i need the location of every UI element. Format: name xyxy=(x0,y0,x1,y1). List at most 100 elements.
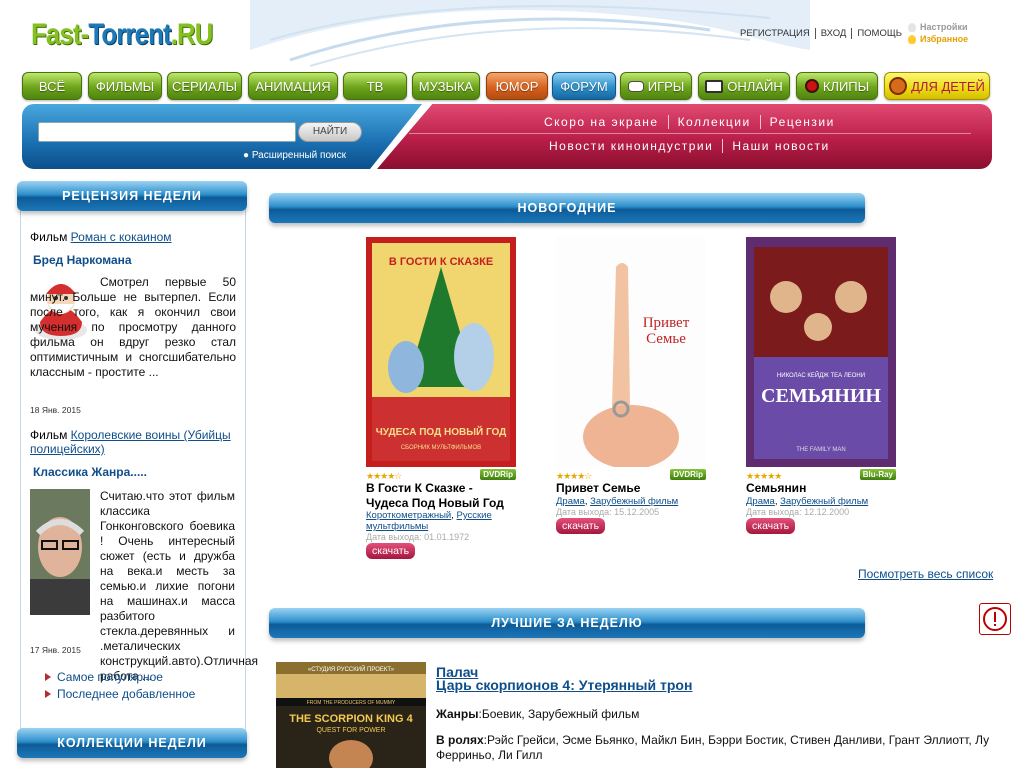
movie-poster[interactable]: НИКОЛАС КЕЙДЖ ТЕА ЛЕОНИ СЕМЬЯНИН THE FAM… xyxy=(746,237,896,467)
release-date: Дата выхода: 15.12.2005 xyxy=(556,507,660,517)
review-1-author[interactable]: Бред Наркомана xyxy=(33,253,132,267)
download-button[interactable]: скачать xyxy=(746,518,796,534)
account-links: РЕГИСТРАЦИЯ ВХОД ПОМОЩЬ xyxy=(740,28,907,39)
logo-part-torrent: Torrent xyxy=(88,18,171,51)
movie-card: В ГОСТИ К СКАЗКЕ ЧУДЕСА ПОД НОВЫЙ ГОД СБ… xyxy=(366,237,516,567)
genre-link[interactable]: Драма xyxy=(746,496,775,507)
svg-text:СЕМЬЯНИН: СЕМЬЯНИН xyxy=(761,385,881,407)
review-2-author[interactable]: Классика Жанра..... xyxy=(33,465,147,479)
best-movie-cast: В ролях:Рэйс Грейси, Эсме Бьянко, Майкл … xyxy=(436,733,990,762)
svg-text:СБОРНИК МУЛЬТФИЛЬМОВ: СБОРНИК МУЛЬТФИЛЬМОВ xyxy=(401,445,481,451)
genre-link[interactable]: Драма xyxy=(556,496,585,507)
review-2-date: 17 Янв. 2015 xyxy=(30,645,81,655)
sublinks-row-2: Новости киноиндустрии Наши новости xyxy=(549,139,839,153)
movie-card: Привет Семье ★★★★☆ DVDRip Привет Семье Д… xyxy=(556,237,706,547)
tv-icon xyxy=(705,79,724,93)
svg-text:Привет: Привет xyxy=(643,315,690,331)
download-button[interactable]: скачать xyxy=(366,543,416,559)
view-all-link[interactable]: Посмотреть весь список xyxy=(858,567,993,581)
review-2-avatar xyxy=(30,489,90,615)
movie-title[interactable]: Семьянин xyxy=(746,481,896,496)
review-1-film: Фильм Роман с кокаином xyxy=(30,230,172,244)
nav-games[interactable]: ИГРЫ xyxy=(620,72,692,100)
nav-kids[interactable]: ДЛЯ ДЕТЕЙ xyxy=(884,72,990,100)
report-button[interactable] xyxy=(979,603,1011,635)
nav-series[interactable]: СЕРИАЛЫ xyxy=(167,72,242,100)
nav-online[interactable]: ОНЛАЙН xyxy=(698,72,790,100)
svg-text:THE FAMILY MAN: THE FAMILY MAN xyxy=(796,447,845,453)
main-nav: ВСЁ ФИЛЬМЫ СЕРИАЛЫ АНИМАЦИЯ ТВ МУЗЫКА ЮМ… xyxy=(22,72,992,100)
quality-badge: DVDRip xyxy=(670,469,706,480)
quality-badge: Blu-Ray xyxy=(859,469,896,480)
svg-text:ЧУДЕСА ПОД НОВЫЙ ГОД: ЧУДЕСА ПОД НОВЫЙ ГОД xyxy=(376,425,507,438)
help-link[interactable]: ПОМОЩЬ xyxy=(851,28,907,39)
movie-title[interactable]: В Гости К Сказке - Чудеса Под Новый Год xyxy=(366,481,516,511)
best-movie-title[interactable]: Царь скорпионов 4: Утерянный трон xyxy=(436,677,692,693)
sublink-our-news[interactable]: Наши новости xyxy=(722,139,839,153)
arrow-right-icon xyxy=(45,690,51,698)
nav-forum[interactable]: ФОРУМ xyxy=(552,72,616,100)
clip-icon xyxy=(804,79,819,93)
review-2-text: Считаю.что этот фильм классика Гонконгов… xyxy=(100,489,259,683)
nav-movies[interactable]: ФИЛЬМЫ xyxy=(88,72,162,100)
latest-added-link[interactable]: Последнее добавленное xyxy=(45,687,195,701)
svg-text:FROM THE PRODUCERS OF MUMMY: FROM THE PRODUCERS OF MUMMY xyxy=(307,700,396,706)
svg-text:«СТУДИЯ РУССКИЙ ПРОЕКТ»: «СТУДИЯ РУССКИЙ ПРОЕКТ» xyxy=(308,665,395,673)
movie-genres: Драма, Зарубежный фильм xyxy=(746,496,869,507)
movie-genres: Драма, Зарубежный фильм xyxy=(556,496,679,507)
kid-icon xyxy=(889,77,908,95)
best-of-week-section-header: ЛУЧШИЕ ЗА НЕДЕЛЮ xyxy=(269,608,865,638)
quality-badge: DVDRip xyxy=(480,469,516,480)
site-logo[interactable]: Fast-Torrent.RU xyxy=(31,18,213,52)
svg-text:В ГОСТИ К СКАЗКЕ: В ГОСТИ К СКАЗКЕ xyxy=(389,256,493,268)
advanced-search-link[interactable]: ● Расширенный поиск xyxy=(243,150,346,161)
new-year-section-header: НОВОГОДНИЕ xyxy=(269,193,865,223)
sublinks-panel-background xyxy=(377,104,992,169)
release-date: Дата выхода: 12.12.2000 xyxy=(746,507,850,517)
favorites-link[interactable]: Избранное xyxy=(908,33,968,45)
download-button[interactable]: скачать xyxy=(556,518,606,534)
search-button[interactable]: НАЙТИ xyxy=(298,122,362,142)
review-of-week-header: РЕЦЕНЗИЯ НЕДЕЛИ xyxy=(17,181,247,211)
release-date: Дата выхода: 01.01.1972 xyxy=(366,532,470,542)
best-movie-genres: Жанры:Боевик, Зарубежный фильм xyxy=(436,707,640,721)
genre-link[interactable]: Зарубежный фильм xyxy=(590,496,678,507)
search-input[interactable] xyxy=(38,122,296,142)
genre-link[interactable]: Короткометражный xyxy=(366,510,451,521)
nav-clips[interactable]: КЛИПЫ xyxy=(796,72,878,100)
logo-part-fast: Fast- xyxy=(31,18,89,51)
logo-part-ru: .RU xyxy=(170,18,214,51)
movie-title[interactable]: Привет Семье xyxy=(556,481,706,496)
movie-card: НИКОЛАС КЕЙДЖ ТЕА ЛЕОНИ СЕМЬЯНИН THE FAM… xyxy=(746,237,896,547)
movie-poster[interactable]: Привет Семье xyxy=(556,237,706,467)
movie-poster[interactable]: В ГОСТИ К СКАЗКЕ ЧУДЕСА ПОД НОВЫЙ ГОД СБ… xyxy=(366,237,516,467)
nav-humor[interactable]: ЮМОР xyxy=(486,72,548,100)
sublink-industry-news[interactable]: Новости киноиндустрии xyxy=(549,139,722,153)
register-link[interactable]: РЕГИСТРАЦИЯ xyxy=(740,28,815,39)
sublink-coming-soon[interactable]: Скоро на экране xyxy=(544,115,668,129)
most-popular-link[interactable]: Самое популярное xyxy=(45,670,163,684)
settings-link[interactable]: Настройки xyxy=(908,21,968,33)
gamepad-icon xyxy=(627,80,644,92)
movie-genres: Короткометражный, Русские мультфильмы xyxy=(366,510,492,532)
nav-music[interactable]: МУЗЫКА xyxy=(412,72,480,100)
svg-text:Семье: Семье xyxy=(646,331,686,347)
genre-link[interactable]: Зарубежный фильм xyxy=(780,496,868,507)
best-movie-poster[interactable]: «СТУДИЯ РУССКИЙ ПРОЕКТ» FROM THE PRODUCE… xyxy=(276,662,426,768)
review-1-film-link[interactable]: Роман с кокаином xyxy=(71,230,172,244)
alert-icon xyxy=(983,607,1007,631)
sublinks-row-1: Скоро на экране Коллекции Рецензии xyxy=(544,115,844,129)
sublinks-divider xyxy=(409,133,971,134)
review-1-text: Смотрел первые 50 минут. Больше не вытер… xyxy=(30,275,236,379)
nav-tv[interactable]: ТВ xyxy=(343,72,407,100)
header-swirl-decoration xyxy=(250,0,810,67)
nav-all[interactable]: ВСЁ xyxy=(22,72,82,100)
review-1-date: 18 Янв. 2015 xyxy=(30,405,81,415)
svg-text:QUEST FOR POWER: QUEST FOR POWER xyxy=(316,727,385,734)
review-2-film: Фильм Королевские воины (Убийцы полицейс… xyxy=(30,428,231,456)
sublink-collections[interactable]: Коллекции xyxy=(667,115,760,129)
nav-animation[interactable]: АНИМАЦИЯ xyxy=(248,72,338,100)
sublink-reviews[interactable]: Рецензии xyxy=(759,115,844,129)
bulb-off-icon xyxy=(908,22,916,32)
login-link[interactable]: ВХОД xyxy=(814,28,852,39)
